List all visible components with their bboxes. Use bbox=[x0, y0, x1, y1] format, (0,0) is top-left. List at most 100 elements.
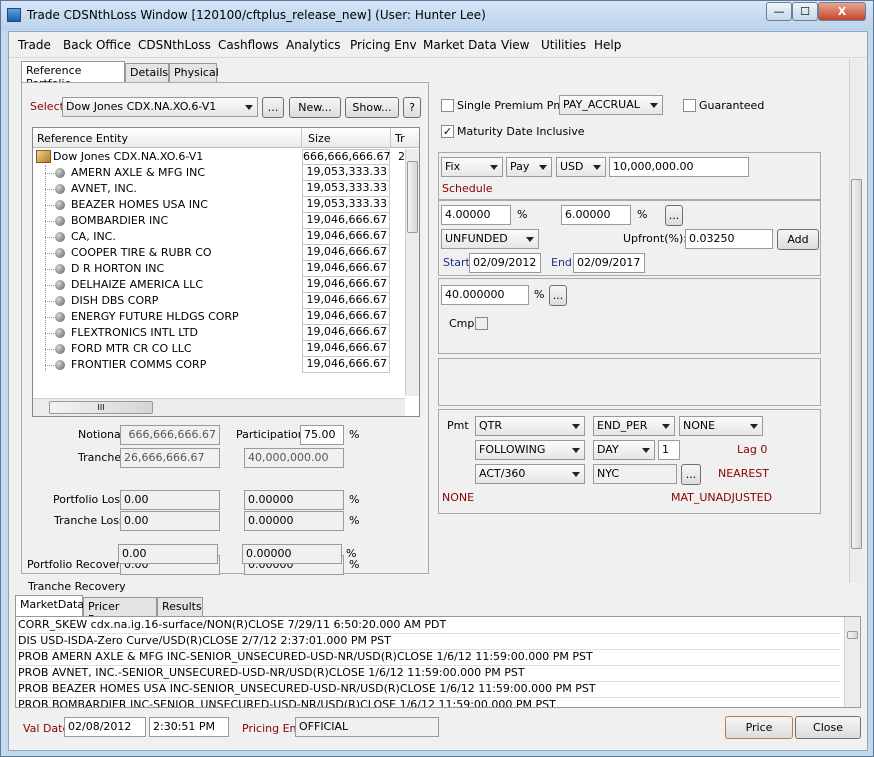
pricing-env-field[interactable]: OFFICIAL bbox=[295, 717, 439, 737]
upfront-field[interactable]: 0.03250 bbox=[685, 229, 773, 249]
pmt-period-select[interactable]: END_PER bbox=[593, 416, 675, 436]
reference-portfolio-panel: Select Dow Jones CDX.NA.XO.6-V1 ... New.… bbox=[21, 82, 429, 575]
table-row[interactable]: AMERN AXLE & MFG INC 19,053,333.33 bbox=[33, 165, 405, 181]
pmt-frequency-select[interactable]: QTR bbox=[475, 416, 585, 436]
currency-select[interactable]: USD bbox=[556, 157, 606, 177]
table-row[interactable]: FLEXTRONICS INTL LTD 19,046,666.67 bbox=[33, 325, 405, 341]
premium-type-select[interactable]: PAY_ACCRUAL bbox=[559, 95, 663, 115]
log-line[interactable]: DIS USD-ISDA-Zero Curve/USD(R)CLOSE 2/7/… bbox=[18, 634, 840, 650]
header-reference-entity[interactable]: Reference Entity bbox=[37, 132, 128, 145]
tranche-loss-pct: % bbox=[349, 514, 360, 527]
table-row[interactable]: FRONTIER COMMS CORP 19,046,666.67 bbox=[33, 357, 405, 373]
table-hscroll-thumb[interactable]: III bbox=[49, 401, 153, 414]
roll-convention-select[interactable]: FOLLOWING bbox=[475, 440, 585, 460]
entity-bullet-icon bbox=[55, 360, 65, 370]
entity-bullet-icon bbox=[55, 248, 65, 258]
log-line[interactable]: PROB BOMBARDIER INC-SENIOR_UNSECURED-USD… bbox=[18, 698, 840, 707]
table-row[interactable]: DELHAIZE AMERICA LLC 19,046,666.67 bbox=[33, 277, 405, 293]
tab-market-data[interactable]: MarketData bbox=[15, 595, 84, 616]
daycount-select[interactable]: ACT/360 bbox=[475, 464, 585, 484]
table-vertical-scrollbar[interactable] bbox=[405, 149, 419, 396]
table-row[interactable]: FORD MTR CR CO LLC 19,046,666.67 bbox=[33, 341, 405, 357]
table-row[interactable]: DISH DBS CORP 19,046,666.67 bbox=[33, 293, 405, 309]
menu-help[interactable]: Help bbox=[594, 38, 621, 52]
leg-type-select[interactable]: Fix bbox=[441, 157, 503, 177]
tab-results[interactable]: Results bbox=[157, 597, 203, 616]
holiday-field[interactable]: NYC bbox=[593, 464, 677, 484]
price-button[interactable]: Price bbox=[725, 716, 793, 739]
lag-value-field[interactable]: 1 bbox=[658, 440, 680, 460]
menu-market-data[interactable]: Market Data bbox=[423, 38, 497, 52]
table-row[interactable]: COOPER TIRE & RUBR CO 19,046,666.67 bbox=[33, 245, 405, 261]
client-area: Trade Back Office CDSNthLoss Cashflows A… bbox=[8, 31, 868, 751]
recovery-ellipsis-button[interactable]: ... bbox=[549, 285, 567, 306]
holiday-ellipsis-button[interactable]: ... bbox=[681, 464, 701, 485]
log-line[interactable]: PROB BEAZER HOMES USA INC-SENIOR_UNSECUR… bbox=[18, 682, 840, 698]
tree-connector bbox=[45, 333, 54, 334]
table-row[interactable]: CA, INC. 19,046,666.67 bbox=[33, 229, 405, 245]
table-row[interactable]: BEAZER HOMES USA INC 19,053,333.33 bbox=[33, 197, 405, 213]
end-date-field[interactable]: 02/09/2017 bbox=[573, 253, 645, 273]
table-row[interactable]: AVNET, INC. 19,053,333.33 bbox=[33, 181, 405, 197]
rate-a-field[interactable]: 4.00000 bbox=[441, 205, 511, 225]
minimize-button[interactable]: — bbox=[766, 2, 792, 21]
new-portfolio-button[interactable]: New... bbox=[289, 97, 341, 118]
portfolio-select[interactable]: Dow Jones CDX.NA.XO.6-V1 bbox=[62, 97, 258, 117]
rate-ellipsis-button[interactable]: ... bbox=[665, 205, 683, 226]
funding-select[interactable]: UNFUNDED bbox=[441, 229, 539, 249]
tab-details[interactable]: Details bbox=[125, 63, 169, 82]
entity-size: 19,046,666.67 bbox=[302, 261, 390, 277]
single-premium-checkbox[interactable] bbox=[441, 99, 454, 112]
maturity-inclusive-checkbox[interactable]: ✓ bbox=[441, 125, 454, 138]
rate-b-field[interactable]: 6.00000 bbox=[561, 205, 631, 225]
schedule-link[interactable]: Schedule bbox=[442, 182, 493, 195]
amount-field[interactable]: 10,000,000.00 bbox=[609, 157, 749, 177]
table-row[interactable]: D R HORTON INC 19,046,666.67 bbox=[33, 261, 405, 277]
table-horizontal-scrollbar[interactable]: III bbox=[33, 398, 405, 416]
menu-pricing-env[interactable]: Pricing Env bbox=[350, 38, 417, 52]
show-portfolio-button[interactable]: Show... bbox=[345, 97, 399, 118]
tab-physical[interactable]: Physical bbox=[169, 63, 219, 82]
maximize-button[interactable]: ☐ bbox=[792, 2, 818, 21]
portfolio-ellipsis-button[interactable]: ... bbox=[262, 97, 284, 118]
log-line[interactable]: PROB AMERN AXLE & MFG INC-SENIOR_UNSECUR… bbox=[18, 650, 840, 666]
add-button[interactable]: Add bbox=[777, 229, 819, 250]
entity-size: 19,046,666.67 bbox=[302, 293, 390, 309]
start-date-field[interactable]: 02/09/2012 bbox=[469, 253, 541, 273]
menu-trade[interactable]: Trade bbox=[18, 38, 51, 52]
table-row[interactable]: BOMBARDIER INC 19,046,666.67 bbox=[33, 213, 405, 229]
close-window-button[interactable]: X bbox=[818, 2, 866, 21]
log-vertical-scrollbar[interactable] bbox=[844, 617, 860, 707]
tab-reference-portfolio[interactable]: Reference Portfolio bbox=[21, 61, 125, 90]
table-row[interactable]: ENERGY FUTURE HLDGS CORP 19,046,666.67 bbox=[33, 309, 405, 325]
menu-utilities[interactable]: Utilities bbox=[541, 38, 586, 52]
cmp-checkbox[interactable] bbox=[475, 317, 488, 330]
menu-cdsnthloss[interactable]: CDSNthLoss bbox=[138, 38, 211, 52]
title-bar[interactable]: Trade CDSNthLoss Window [120100/cftplus_… bbox=[1, 1, 873, 30]
tab-pricer-params[interactable]: Pricer Params bbox=[83, 597, 157, 626]
upper-vscroll-thumb[interactable] bbox=[851, 179, 862, 549]
help-button[interactable]: ? bbox=[403, 97, 421, 118]
upper-vertical-scrollbar[interactable] bbox=[849, 59, 863, 583]
log-line[interactable]: CORR_SKEW cdx.na.ig.16-surface/NON(R)CLO… bbox=[18, 618, 840, 634]
menu-view[interactable]: View bbox=[501, 38, 529, 52]
close-button[interactable]: Close bbox=[795, 716, 861, 739]
table-row[interactable]: Dow Jones CDX.NA.XO.6-V1 666,666,666.67 … bbox=[33, 149, 405, 165]
header-tr[interactable]: Tr bbox=[395, 132, 405, 145]
menu-analytics[interactable]: Analytics bbox=[286, 38, 341, 52]
lag-unit-select[interactable]: DAY bbox=[593, 440, 655, 460]
val-date-field[interactable]: 02/08/2012 bbox=[64, 717, 146, 737]
recovery-rate-field[interactable]: 40.000000 bbox=[441, 285, 529, 305]
pmt-stub-select[interactable]: NONE bbox=[679, 416, 763, 436]
menu-back-office[interactable]: Back Office bbox=[63, 38, 131, 52]
menu-cashflows[interactable]: Cashflows bbox=[218, 38, 279, 52]
val-time-field[interactable]: 2:30:51 PM bbox=[149, 717, 229, 737]
table-vscroll-thumb[interactable] bbox=[407, 161, 418, 233]
guaranteed-checkbox[interactable] bbox=[683, 99, 696, 112]
tree-vertical-connector bbox=[45, 165, 46, 371]
header-size[interactable]: Size bbox=[308, 132, 331, 145]
participation-field[interactable]: 75.00 bbox=[300, 425, 344, 445]
pay-receive-select[interactable]: Pay bbox=[506, 157, 552, 177]
log-vscroll-thumb[interactable] bbox=[847, 631, 858, 639]
log-line[interactable]: PROB AVNET, INC.-SENIOR_UNSECURED-USD-NR… bbox=[18, 666, 840, 682]
